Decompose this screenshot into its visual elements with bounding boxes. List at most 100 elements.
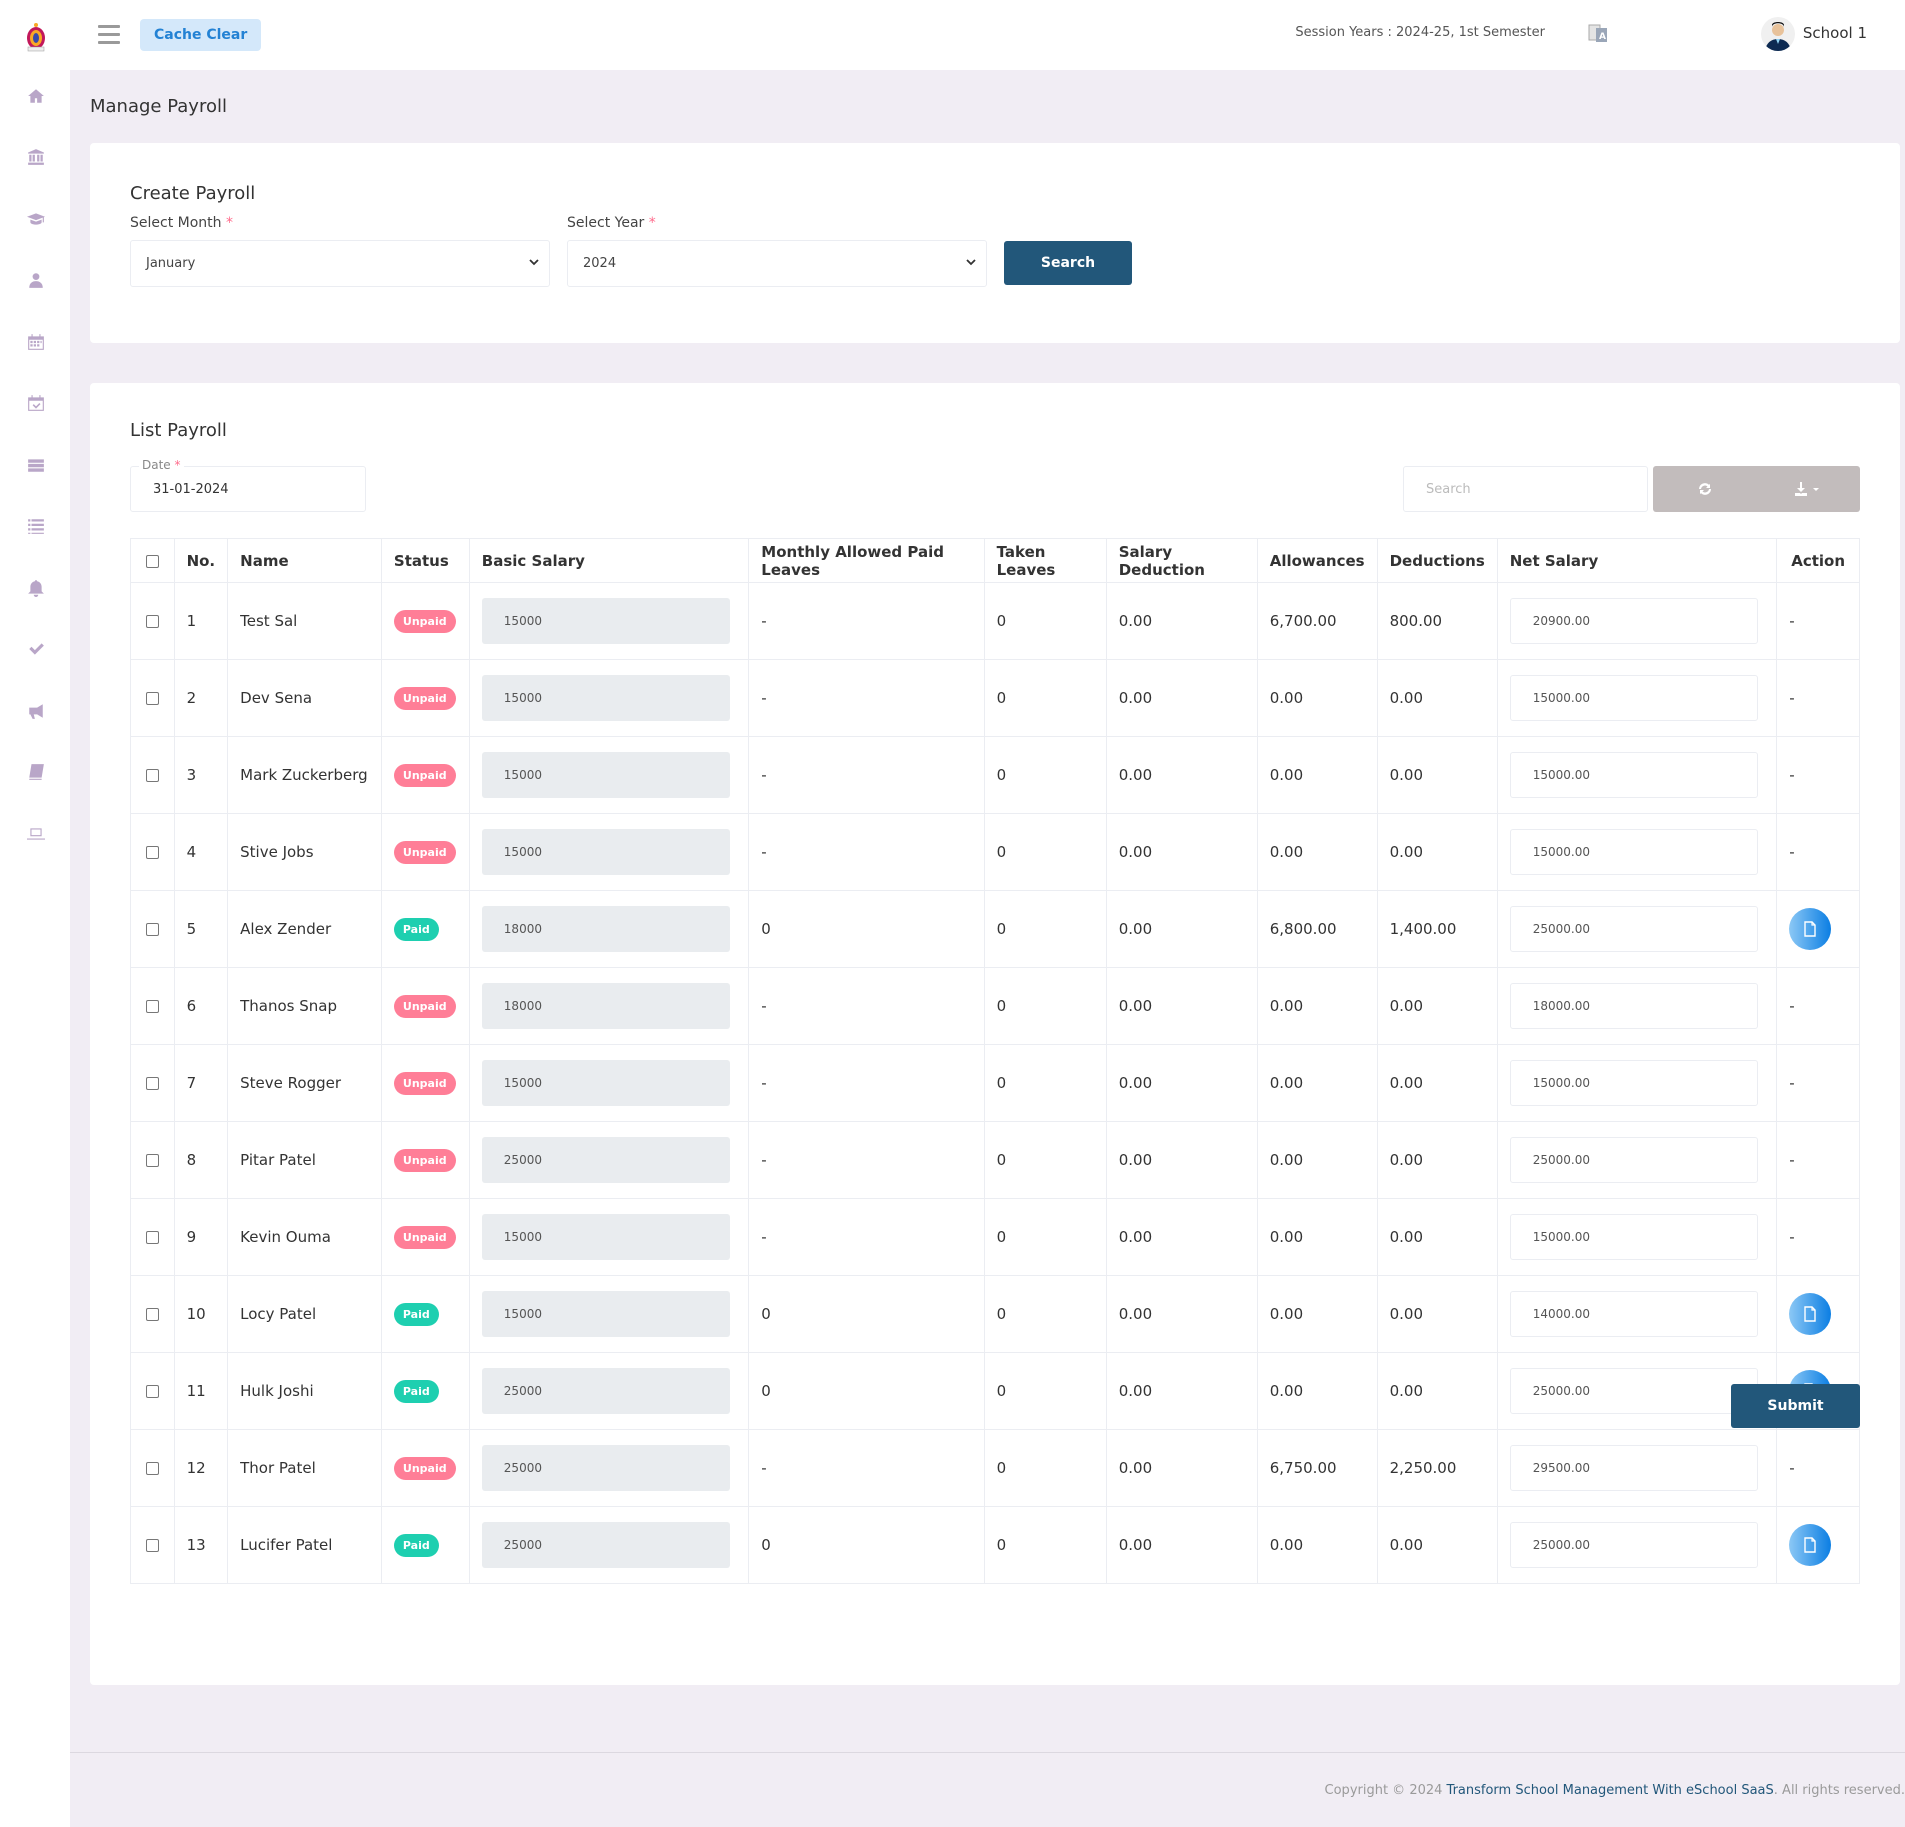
row-taken-leaves: 0 (983, 1198, 1107, 1276)
page-title: Manage Payroll (90, 96, 227, 117)
user-icon[interactable] (23, 267, 49, 293)
list-payroll-card: List Payroll Date * 31-01-2024 Search No… (90, 383, 1900, 1685)
row-taken-leaves: 0 (983, 1352, 1107, 1430)
row-checkbox[interactable] (145, 1385, 159, 1398)
row-checkbox[interactable] (145, 923, 159, 936)
col-action[interactable]: Action (1776, 538, 1860, 583)
graduation-cap-icon[interactable] (23, 206, 49, 232)
net-salary-input[interactable]: 20900.00 (1509, 598, 1758, 644)
net-salary-input[interactable]: 15000.00 (1509, 675, 1758, 721)
laptop-icon[interactable] (23, 821, 49, 847)
row-checkbox[interactable] (145, 1539, 159, 1552)
user-name[interactable]: School 1 (1803, 24, 1867, 42)
row-checkbox[interactable] (145, 1231, 159, 1244)
footer-link[interactable]: Transform School Management With eSchool… (1447, 1783, 1774, 1798)
row-salary-deduction: 0.00 (1105, 736, 1258, 814)
bank-icon[interactable] (23, 144, 49, 170)
row-checkbox[interactable] (145, 1154, 159, 1167)
row-checkbox[interactable] (145, 1308, 159, 1321)
menu-toggle-icon[interactable] (98, 25, 120, 45)
net-salary-input[interactable]: 14000.00 (1509, 1291, 1758, 1337)
net-salary-input[interactable]: 25000.00 (1509, 906, 1758, 952)
bullhorn-icon[interactable] (23, 698, 49, 724)
net-salary-input[interactable]: 15000.00 (1509, 1060, 1758, 1106)
row-action: - (1776, 1429, 1860, 1507)
col-salary-deduction[interactable]: Salary Deduction (1105, 538, 1258, 583)
row-taken-leaves: 0 (983, 1429, 1107, 1507)
row-action: - (1776, 1044, 1860, 1122)
row-no: 8 (173, 1121, 229, 1199)
select-all-checkbox[interactable] (145, 554, 159, 568)
col-name[interactable]: Name (227, 538, 382, 583)
table-search-input[interactable]: Search (1403, 466, 1648, 512)
translate-icon[interactable]: A (1587, 22, 1609, 44)
col-taken-leaves[interactable]: Taken Leaves (983, 538, 1107, 583)
calendar-icon[interactable] (23, 329, 49, 355)
row-checkbox[interactable] (145, 615, 159, 628)
net-salary-input[interactable]: 25000.00 (1509, 1522, 1758, 1568)
export-dropdown-button[interactable] (1757, 466, 1861, 512)
bell-icon[interactable] (23, 575, 49, 601)
check-icon[interactable] (23, 636, 49, 662)
date-field[interactable]: Date * 31-01-2024 (130, 458, 366, 512)
row-salary-deduction: 0.00 (1105, 1506, 1258, 1584)
row-deductions: 0.00 (1376, 1506, 1498, 1584)
row-deductions: 0.00 (1376, 813, 1498, 891)
row-deductions: 0.00 (1376, 736, 1498, 814)
select-year-dropdown[interactable]: 2024 (567, 240, 987, 287)
net-salary-input[interactable]: 15000.00 (1509, 1214, 1758, 1260)
col-allowances[interactable]: Allowances (1256, 538, 1378, 583)
net-salary-input[interactable]: 25000.00 (1509, 1368, 1758, 1414)
home-icon[interactable] (23, 83, 49, 109)
chevron-down-icon (966, 259, 976, 266)
salary-slip-button[interactable] (1789, 908, 1832, 950)
salary-slip-button[interactable] (1789, 1524, 1832, 1566)
row-deductions: 0.00 (1376, 967, 1498, 1045)
server-icon[interactable] (23, 452, 49, 478)
row-deductions: 2,250.00 (1376, 1429, 1498, 1507)
net-salary-input[interactable]: 25000.00 (1509, 1137, 1758, 1183)
table-row: 4 Stive Jobs Unpaid 15000-0 0.00 0.00 0.00 1500… (130, 813, 1860, 891)
refresh-button[interactable] (1653, 466, 1757, 512)
row-checkbox[interactable] (145, 1462, 159, 1475)
net-salary-input[interactable]: 18000.00 (1509, 983, 1758, 1029)
select-month-dropdown[interactable]: January (130, 240, 550, 287)
col-no[interactable]: No. (173, 538, 229, 583)
row-checkbox[interactable] (145, 1000, 159, 1013)
col-basic-salary[interactable]: Basic Salary (468, 538, 750, 583)
net-salary-input[interactable]: 29500.00 (1509, 1445, 1758, 1491)
svg-text:A: A (1599, 32, 1606, 42)
status-badge: Unpaid (393, 1148, 456, 1172)
school-logo[interactable] (24, 22, 48, 52)
list-icon[interactable] (23, 513, 49, 539)
row-name: Test Sal (227, 582, 382, 660)
cache-clear-button[interactable]: Cache Clear (140, 19, 262, 51)
row-deductions: 0.00 (1376, 1044, 1498, 1122)
col-status[interactable]: Status (380, 538, 470, 583)
net-salary-input[interactable]: 15000.00 (1509, 752, 1758, 798)
payroll-table: No. Name Status Basic Salary Monthly All… (130, 538, 1860, 1584)
book-icon[interactable] (23, 759, 49, 785)
row-paid-leaves: - (748, 967, 985, 1045)
row-paid-leaves: - (748, 582, 985, 660)
row-salary-deduction: 0.00 (1105, 967, 1258, 1045)
col-net-salary[interactable]: Net Salary (1496, 538, 1778, 583)
row-name: Locy Patel (227, 1275, 382, 1353)
row-checkbox[interactable] (145, 846, 159, 859)
row-action: - (1776, 1198, 1860, 1276)
create-payroll-title: Create Payroll (130, 183, 256, 204)
row-taken-leaves: 0 (983, 1275, 1107, 1353)
row-no: 3 (173, 736, 229, 814)
user-avatar[interactable] (1761, 17, 1795, 51)
calendar-check-icon[interactable] (23, 390, 49, 416)
search-button[interactable]: Search (1004, 241, 1132, 285)
row-taken-leaves: 0 (983, 1121, 1107, 1199)
salary-slip-button[interactable] (1789, 1293, 1832, 1335)
net-salary-input[interactable]: 15000.00 (1509, 829, 1758, 875)
col-deductions[interactable]: Deductions (1376, 538, 1498, 583)
col-monthly-allowed-paid-leaves[interactable]: Monthly Allowed Paid Leaves (748, 538, 985, 583)
submit-button[interactable]: Submit (1731, 1384, 1860, 1428)
row-checkbox[interactable] (145, 769, 159, 782)
row-checkbox[interactable] (145, 692, 159, 705)
row-checkbox[interactable] (145, 1077, 159, 1090)
